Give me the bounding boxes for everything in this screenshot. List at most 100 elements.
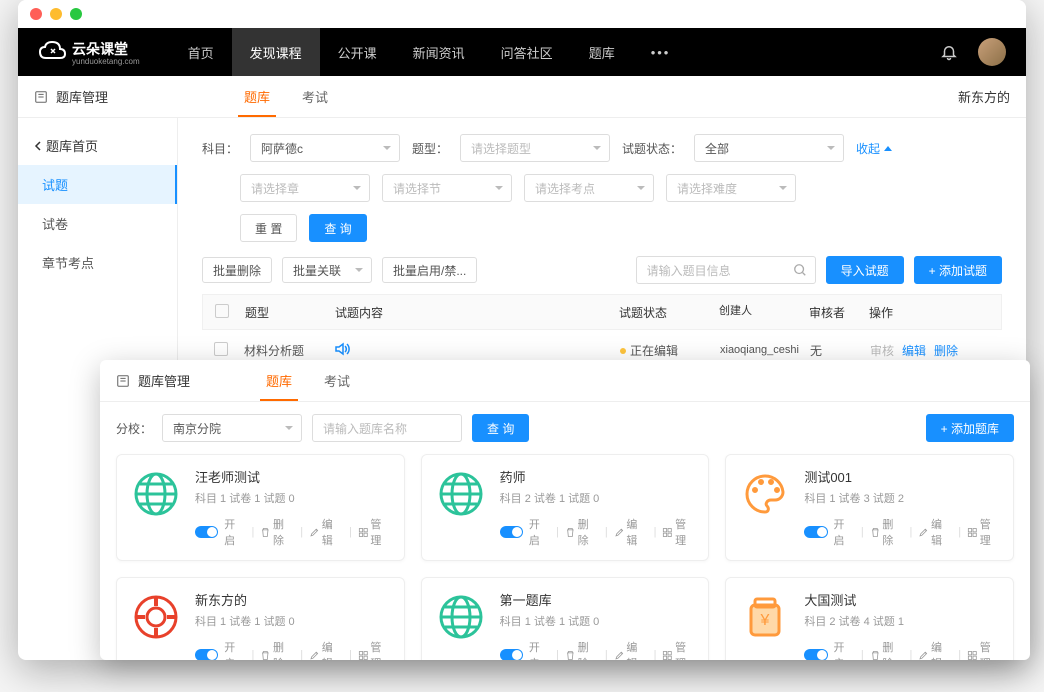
card-manage[interactable]: 管理	[358, 516, 392, 548]
select-status[interactable]: 全部	[694, 134, 844, 162]
globe-green-icon	[434, 467, 488, 521]
cell-ops: 审核 编辑 删除	[870, 342, 990, 359]
card-edit[interactable]: 编辑	[309, 516, 343, 548]
select-point[interactable]: 请选择考点	[524, 174, 654, 202]
overlay-header: 题库管理 题库 考试	[100, 360, 1030, 402]
card-actions: 开启 | 删除 | 编辑 | 管理	[804, 516, 1001, 548]
toggle-on[interactable]	[500, 649, 523, 660]
card-delete[interactable]: 删除	[870, 639, 904, 660]
toggle-label: 开启	[224, 516, 245, 548]
cell-creator: xiaoqiang_ceshi	[720, 344, 810, 357]
zoom-icon[interactable]	[70, 8, 82, 20]
nav-news[interactable]: 新闻资讯	[395, 28, 483, 76]
card-edit[interactable]: 编辑	[614, 516, 648, 548]
nav-discover[interactable]: 发现课程	[232, 28, 320, 76]
query-button[interactable]: 查 询	[309, 214, 366, 242]
avatar[interactable]	[978, 38, 1006, 66]
tab-question-bank[interactable]: 题库	[228, 76, 286, 117]
sidebar-papers[interactable]: 试卷	[18, 204, 177, 243]
nav-more-icon[interactable]: •••	[633, 45, 689, 60]
add-bank-button[interactable]: + 添加题库	[926, 414, 1014, 442]
bank-name-input[interactable]: 请输入题库名称	[312, 414, 462, 442]
card-delete[interactable]: 删除	[870, 516, 904, 548]
close-icon[interactable]	[30, 8, 42, 20]
mac-titlebar	[18, 0, 1026, 28]
collapse-link[interactable]: 收起	[856, 140, 892, 157]
overlay-title-text: 题库管理	[138, 371, 190, 390]
bank-card[interactable]: 测试001 科目 1 试卷 3 试题 2 开启 | 删除 | 编辑 | 管理	[725, 454, 1014, 561]
card-edit[interactable]: 编辑	[614, 639, 648, 660]
overlay-tab-bank[interactable]: 题库	[250, 360, 308, 401]
minimize-icon[interactable]	[50, 8, 62, 20]
search-icon	[793, 263, 807, 277]
coin-red-icon	[129, 590, 183, 644]
toggle-on[interactable]	[804, 649, 827, 660]
card-delete[interactable]: 删除	[565, 639, 599, 660]
checkbox-all[interactable]	[215, 304, 229, 318]
cloud-logo-icon	[38, 40, 66, 64]
select-difficulty[interactable]: 请选择难度	[666, 174, 796, 202]
add-question-button[interactable]: + 添加试题	[914, 256, 1002, 284]
card-edit[interactable]: 编辑	[918, 516, 952, 548]
select-branch[interactable]: 南京分院	[162, 414, 302, 442]
toggle-on[interactable]	[195, 526, 218, 538]
bank-card[interactable]: 第一题库 科目 1 试卷 1 试题 0 开启 | 删除 | 编辑 | 管理	[421, 577, 710, 660]
toggle-on[interactable]	[500, 526, 523, 538]
card-manage[interactable]: 管理	[967, 516, 1001, 548]
checkbox-row[interactable]	[214, 342, 228, 356]
toggle-label: 开启	[834, 516, 855, 548]
card-delete[interactable]: 删除	[565, 516, 599, 548]
status-dot-icon	[620, 348, 626, 354]
logo[interactable]: 云朵课堂 yunduoketang.com	[38, 39, 140, 66]
label-type: 题型：	[412, 140, 448, 157]
card-delete[interactable]: 删除	[260, 639, 294, 660]
toggle-on[interactable]	[804, 526, 827, 538]
reset-button[interactable]: 重 置	[240, 214, 297, 242]
op-delete[interactable]: 删除	[934, 342, 958, 359]
bank-card[interactable]: 汪老师测试 科目 1 试卷 1 试题 0 开启 | 删除 | 编辑 | 管理	[116, 454, 405, 561]
card-edit[interactable]: 编辑	[918, 639, 952, 660]
th-status: 试题状态	[619, 304, 719, 321]
card-manage[interactable]: 管理	[967, 639, 1001, 660]
card-manage[interactable]: 管理	[358, 639, 392, 660]
op-review[interactable]: 审核	[870, 342, 894, 359]
bank-card[interactable]: 药师 科目 2 试卷 1 试题 0 开启 | 删除 | 编辑 | 管理	[421, 454, 710, 561]
bank-card[interactable]: 大国测试 科目 2 试卷 4 试题 1 开启 | 删除 | 编辑 | 管理	[725, 577, 1014, 660]
sidebar-back[interactable]: 题库首页	[18, 126, 177, 165]
nav-community[interactable]: 问答社区	[483, 28, 571, 76]
card-delete[interactable]: 删除	[260, 516, 294, 548]
card-title: 药师	[500, 467, 697, 486]
nav-question-bank[interactable]: 题库	[571, 28, 633, 76]
search-input[interactable]: 请输入题目信息	[636, 256, 816, 284]
nav-open-class[interactable]: 公开课	[320, 28, 395, 76]
bell-icon[interactable]	[940, 43, 958, 61]
logo-subtext: yunduoketang.com	[72, 57, 140, 66]
tab-exam[interactable]: 考试	[286, 76, 344, 117]
nav-home[interactable]: 首页	[170, 28, 232, 76]
toggle-on[interactable]	[195, 649, 218, 660]
bulk-delete-button[interactable]: 批量删除	[202, 257, 272, 283]
import-button[interactable]: 导入试题	[826, 256, 904, 284]
bulk-toggle-button[interactable]: 批量启用/禁...	[382, 257, 477, 283]
overlay-query-button[interactable]: 查 询	[472, 414, 529, 442]
th-creator: 创建人	[719, 305, 809, 318]
th-ops: 操作	[869, 304, 989, 321]
bulk-link-select[interactable]: 批量关联	[282, 257, 372, 283]
select-subject[interactable]: 阿萨德c	[250, 134, 400, 162]
card-edit[interactable]: 编辑	[309, 639, 343, 660]
sidebar-questions[interactable]: 试题	[18, 165, 177, 204]
sub-tabs: 题库 考试	[228, 76, 344, 117]
select-type[interactable]: 请选择题型	[460, 134, 610, 162]
overlay-tab-exam[interactable]: 考试	[308, 360, 366, 401]
op-edit[interactable]: 编辑	[902, 342, 926, 359]
sidebar-chapters[interactable]: 章节考点	[18, 243, 177, 282]
nav-right	[940, 38, 1006, 66]
toggle-label: 开启	[529, 639, 550, 660]
bank-card[interactable]: 新东方的 科目 1 试卷 1 试题 0 开启 | 删除 | 编辑 | 管理	[116, 577, 405, 660]
cell-type: 材料分析题	[244, 342, 334, 359]
label-subject: 科目：	[202, 140, 238, 157]
select-section[interactable]: 请选择节	[382, 174, 512, 202]
select-chapter[interactable]: 请选择章	[240, 174, 370, 202]
card-manage[interactable]: 管理	[662, 639, 696, 660]
card-manage[interactable]: 管理	[662, 516, 696, 548]
